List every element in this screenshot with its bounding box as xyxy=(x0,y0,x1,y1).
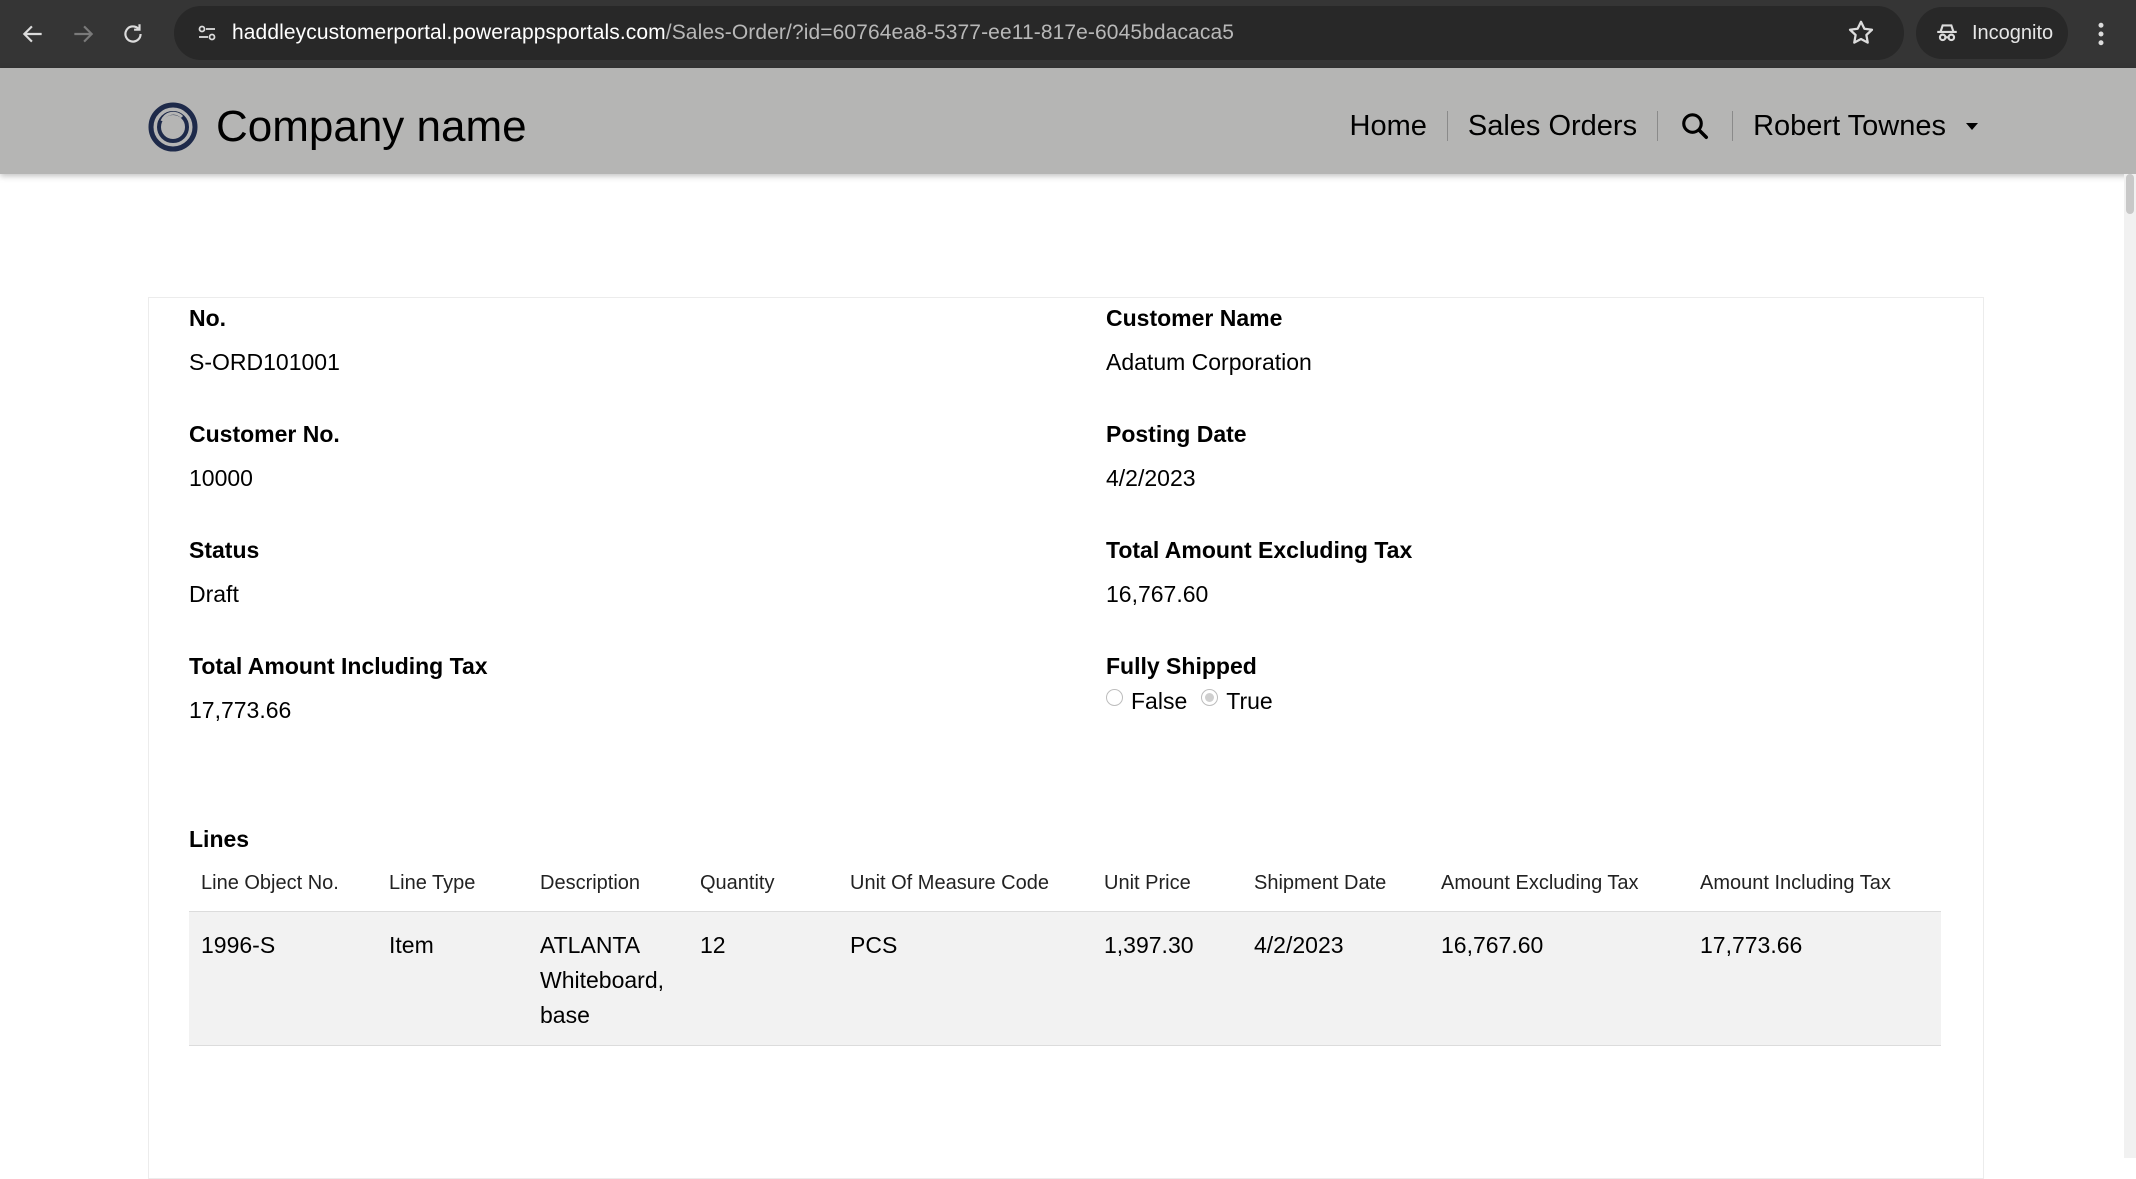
address-bar[interactable]: haddleycustomerportal.powerappsportals.c… xyxy=(174,6,1904,60)
incognito-badge[interactable]: Incognito xyxy=(1916,7,2068,59)
table-header-row: Line Object No. Line Type Description Qu… xyxy=(189,864,1941,912)
field-customer-name: Customer Name Adatum Corporation xyxy=(1106,304,1312,376)
column-header[interactable]: Shipment Date xyxy=(1242,864,1429,912)
page-scrollbar[interactable] xyxy=(2124,174,2136,1158)
url-host: haddleycustomerportal.powerappsportals.c… xyxy=(232,21,666,44)
nav-divider xyxy=(1657,111,1659,141)
bookmark-star-icon[interactable] xyxy=(1846,18,1876,48)
table-row[interactable]: 1996-S Item ATLANTA Whiteboard, base 12 … xyxy=(189,911,1941,1046)
radio-label: False xyxy=(1131,688,1188,714)
reload-button[interactable] xyxy=(108,9,158,59)
field-label: Customer Name xyxy=(1106,305,1283,331)
field-label: Total Amount Including Tax xyxy=(189,653,488,679)
field-value: S-ORD101001 xyxy=(189,349,340,375)
radio-button-selected[interactable] xyxy=(1201,689,1219,706)
field-total-incl-tax: Total Amount Including Tax 17,773.66 xyxy=(189,652,488,724)
field-label: No. xyxy=(189,305,227,331)
column-header[interactable]: Line Object No. xyxy=(189,864,377,912)
field-posting-date: Posting Date 4/2/2023 xyxy=(1106,420,1247,492)
table-cell: 16,767.60 xyxy=(1429,911,1688,1046)
browser-menu-button[interactable] xyxy=(2086,19,2116,49)
table-cell: 12 xyxy=(688,911,838,1046)
search-icon[interactable] xyxy=(1680,111,1710,141)
sales-order-form: No. S-ORD101001 Customer Name Adatum Cor… xyxy=(148,297,1984,1179)
column-header[interactable]: Amount Excluding Tax xyxy=(1429,864,1688,912)
back-button[interactable] xyxy=(8,9,58,59)
field-no: No. S-ORD101001 xyxy=(189,304,340,376)
scrollbar-thumb[interactable] xyxy=(2126,174,2134,214)
field-label: Fully Shipped xyxy=(1106,653,1257,679)
table-cell: 4/2/2023 xyxy=(1242,911,1429,1046)
field-value: 4/2/2023 xyxy=(1106,465,1196,491)
field-status: Status Draft xyxy=(189,536,259,608)
table-cell: ATLANTA Whiteboard, base xyxy=(528,911,688,1046)
column-header[interactable]: Unit Of Measure Code xyxy=(838,864,1092,912)
fully-shipped-radio-group: False True xyxy=(1106,688,1287,715)
incognito-label: Incognito xyxy=(1972,21,2054,44)
company-logo-icon xyxy=(148,102,198,152)
arrow-left-icon xyxy=(22,25,42,43)
user-menu[interactable]: Robert Townes xyxy=(1733,101,1998,151)
reload-icon xyxy=(124,24,142,43)
field-label: Total Amount Excluding Tax xyxy=(1106,537,1413,563)
kebab-menu-icon xyxy=(2098,22,2104,46)
field-value: 10000 xyxy=(189,465,253,491)
field-value: 16,767.60 xyxy=(1106,581,1209,607)
table-cell: 1996-S xyxy=(189,911,377,1046)
nav-sales-orders-link[interactable]: Sales Orders xyxy=(1448,101,1657,151)
url-text[interactable]: haddleycustomerportal.powerappsportals.c… xyxy=(232,21,1234,45)
main-nav: Home Sales Orders Robert Townes xyxy=(1330,101,1999,151)
incognito-icon xyxy=(1937,24,1957,42)
column-header[interactable]: Unit Price xyxy=(1092,864,1242,912)
chevron-down-icon xyxy=(1966,122,1978,130)
column-header[interactable]: Quantity xyxy=(688,864,838,912)
company-name: Company name xyxy=(216,102,527,151)
field-value: 17,773.66 xyxy=(189,697,292,723)
portal-header: Company name Home Sales Orders Robert To… xyxy=(0,68,2136,174)
field-fully-shipped: Fully Shipped False True xyxy=(1106,652,1287,715)
forward-button[interactable] xyxy=(58,9,108,59)
table-cell: 1,397.30 xyxy=(1092,911,1242,1046)
field-value: Adatum Corporation xyxy=(1106,349,1312,375)
field-label: Status xyxy=(189,537,260,563)
field-customer-no: Customer No. 10000 xyxy=(189,420,340,492)
table-cell: 17,773.66 xyxy=(1688,911,1941,1046)
field-label: Customer No. xyxy=(189,421,340,447)
table-cell: Item xyxy=(377,911,528,1046)
column-header[interactable]: Description xyxy=(528,864,688,912)
radio-label: True xyxy=(1226,688,1273,714)
lines-table: Line Object No. Line Type Description Qu… xyxy=(189,864,1941,1046)
arrow-right-icon xyxy=(74,25,94,43)
field-value: Draft xyxy=(189,581,239,607)
nav-home-link[interactable]: Home xyxy=(1330,101,1447,151)
column-header[interactable]: Amount Including Tax xyxy=(1688,864,1941,912)
radio-option-false[interactable]: False xyxy=(1106,688,1187,715)
brand[interactable]: Company name xyxy=(148,102,527,152)
field-total-excl-tax: Total Amount Excluding Tax 16,767.60 xyxy=(1106,536,1412,608)
radio-option-true[interactable]: True xyxy=(1201,688,1273,715)
lines-section-title: Lines xyxy=(189,826,250,852)
field-label: Posting Date xyxy=(1106,421,1247,447)
radio-button[interactable] xyxy=(1106,689,1123,706)
column-header[interactable]: Line Type xyxy=(377,864,528,912)
url-path: /Sales-Order/?id=60764ea8-5377-ee11-817e… xyxy=(665,21,1235,44)
user-name: Robert Townes xyxy=(1753,110,1946,142)
site-info-icon[interactable] xyxy=(192,18,222,48)
browser-toolbar: haddleycustomerportal.powerappsportals.c… xyxy=(0,0,2136,68)
table-cell: PCS xyxy=(838,911,1092,1046)
